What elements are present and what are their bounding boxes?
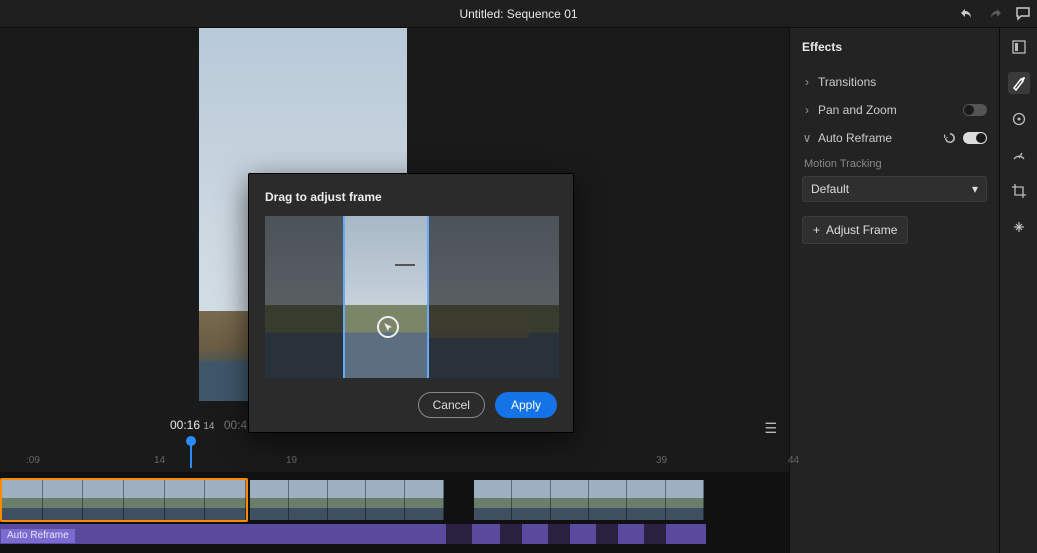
crop-frame-handle[interactable] (343, 216, 429, 378)
frame-adjust-canvas[interactable] (265, 216, 559, 378)
title-bar: Untitled: Sequence 01 (0, 0, 1037, 28)
motion-tracking-label: Motion Tracking (804, 158, 987, 170)
chevron-down-icon: ∨ (802, 131, 812, 145)
track-gap (548, 524, 570, 544)
track-gap (446, 524, 472, 544)
document-title: Untitled: Sequence 01 (459, 7, 577, 21)
cursor-icon (377, 316, 399, 338)
effects-panel: Effects › Transitions › Pan and Zoom ∨ A… (789, 28, 999, 553)
pan-zoom-toggle[interactable] (963, 104, 987, 116)
ruler-label: 39 (656, 455, 667, 466)
speed-icon[interactable] (1008, 144, 1030, 166)
apply-button[interactable]: Apply (495, 392, 557, 418)
section-transitions[interactable]: › Transitions (802, 68, 987, 96)
work-area: 00:16 14 00:42 07 ☰ :09 14 19 39 44 (0, 28, 789, 553)
auto-reframe-label: Auto Reframe (818, 131, 892, 145)
ruler-label: 44 (788, 455, 799, 466)
track-gap (596, 524, 618, 544)
chevron-right-icon: › (802, 103, 812, 117)
mask-left (265, 216, 343, 378)
cancel-button[interactable]: Cancel (418, 392, 485, 418)
timeline[interactable]: Auto Reframe (0, 472, 789, 553)
ruler-label: 19 (286, 455, 297, 466)
track-gap (500, 524, 522, 544)
plus-icon: + (813, 223, 820, 237)
clip[interactable] (248, 478, 446, 522)
track-gap (644, 524, 666, 544)
crop-icon[interactable] (1008, 180, 1030, 202)
undo-icon[interactable] (959, 6, 975, 22)
ruler-label: 14 (154, 455, 165, 466)
playhead[interactable] (190, 442, 192, 468)
transform-icon[interactable] (1008, 216, 1030, 238)
dialog-title: Drag to adjust frame (265, 190, 557, 204)
adjust-frame-dialog: Drag to adjust frame Cancel Apply (248, 173, 574, 433)
comments-icon[interactable] (1015, 6, 1031, 22)
main-area: 00:16 14 00:42 07 ☰ :09 14 19 39 44 (0, 28, 1037, 553)
templates-icon[interactable] (1008, 36, 1030, 58)
effects-track[interactable]: Auto Reframe (0, 524, 706, 544)
topbar-actions (959, 0, 1031, 28)
panel-title: Effects (802, 40, 987, 54)
section-auto-reframe[interactable]: ∨ Auto Reframe (802, 124, 987, 152)
adjust-frame-button[interactable]: + Adjust Frame (802, 216, 908, 244)
time-ruler[interactable]: :09 14 19 39 44 (0, 438, 789, 468)
effect-clip-label[interactable]: Auto Reframe (0, 528, 76, 544)
clip[interactable] (472, 478, 706, 522)
mask-right (429, 216, 559, 378)
chevron-right-icon: › (802, 75, 812, 89)
motion-tracking-select[interactable]: Default ▾ (802, 176, 987, 202)
chevron-down-icon: ▾ (972, 182, 978, 196)
section-pan-and-zoom[interactable]: › Pan and Zoom (802, 96, 987, 124)
ruler-label: :09 (26, 455, 40, 466)
adjust-frame-label: Adjust Frame (826, 223, 897, 237)
auto-reframe-toggle[interactable] (963, 132, 987, 144)
pan-zoom-label: Pan and Zoom (818, 103, 897, 117)
current-time: 00:16 (170, 418, 200, 432)
motion-tracking-value: Default (811, 182, 849, 196)
reset-icon[interactable] (943, 131, 957, 145)
clip[interactable] (0, 478, 248, 522)
timeline-menu-icon[interactable]: ☰ (764, 420, 777, 437)
redo-icon (987, 6, 1003, 22)
effects-icon[interactable] (1008, 72, 1030, 94)
right-rail (999, 28, 1037, 553)
transitions-label: Transitions (818, 75, 876, 89)
color-icon[interactable] (1008, 108, 1030, 130)
current-frames: 14 (203, 421, 214, 432)
